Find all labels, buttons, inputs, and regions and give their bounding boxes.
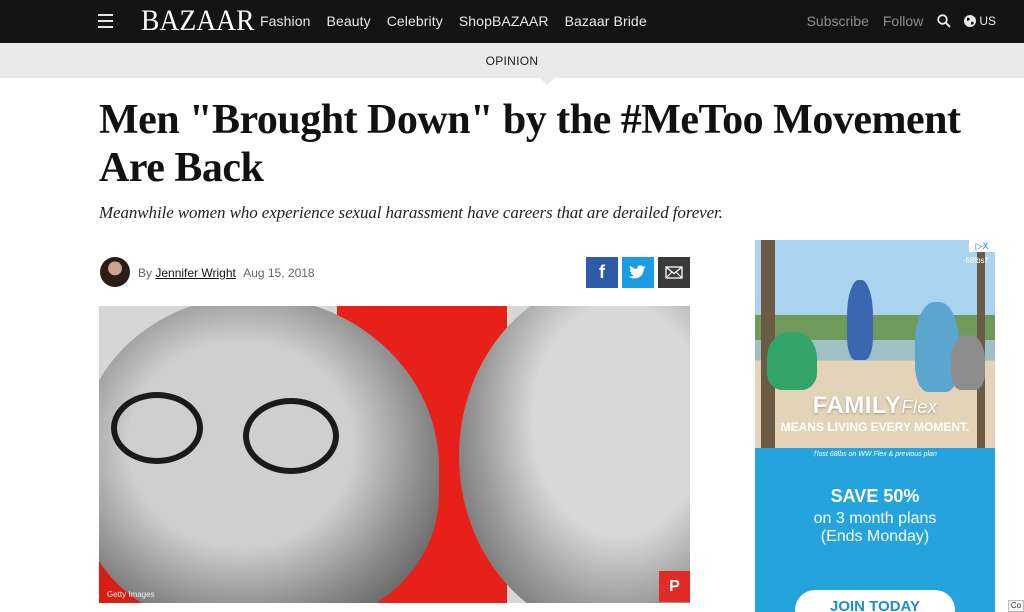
pinterest-save-button[interactable]: P	[659, 571, 690, 602]
author-link[interactable]: Jennifer Wright	[155, 266, 235, 280]
ad-photo-child-right	[951, 335, 985, 390]
ad-ends-text: (Ends Monday)	[820, 528, 930, 545]
publish-date: Aug 15, 2018	[243, 266, 315, 280]
ad-brand: FAMILYFlex	[755, 392, 995, 420]
facebook-icon: f	[599, 262, 605, 282]
section-notch	[540, 78, 554, 85]
ad-photo-child-standing	[847, 280, 873, 360]
author-avatar[interactable]	[100, 257, 130, 287]
sidebar-advertisement[interactable]: ▷X -68lbs† FAMILYFlex MEANS LIVING EVERY…	[755, 240, 995, 612]
image-credit: Getty Images	[107, 590, 155, 599]
ad-tagline: MEANS LIVING EVERY MOMENT.	[780, 420, 970, 434]
follow-link[interactable]: Follow	[883, 13, 923, 29]
ad-fine-print: †lost 68lbs on WW Flex & previous plan	[813, 451, 937, 458]
article-dek: Meanwhile women who experience sexual ha…	[99, 203, 723, 222]
ad-plans-text: on 3 month plans	[813, 510, 937, 527]
ad-join-button[interactable]: JOIN TODAY	[795, 590, 955, 612]
hero-image[interactable]: Getty Images	[99, 306, 690, 603]
main-nav-links: Fashion Beauty Celebrity ShopBAZAAR Baza…	[260, 13, 663, 29]
globe-icon[interactable]	[963, 14, 977, 28]
nav-link-fashion[interactable]: Fashion	[260, 13, 311, 29]
ad-save-offer: SAVE 50%	[830, 486, 920, 506]
ad-weight-lost: -68lbs†	[962, 256, 989, 265]
twitter-icon	[629, 265, 646, 279]
ad-photo-child-sitting	[767, 332, 817, 390]
hamburger-menu-icon[interactable]	[98, 14, 113, 28]
email-share-button[interactable]	[658, 257, 690, 288]
byline: By Jennifer Wright Aug 15, 2018	[138, 266, 315, 280]
hero-glasses-left-lens	[111, 392, 203, 464]
facebook-share-button[interactable]: f	[586, 257, 618, 288]
bazaar-logo[interactable]: BAZAAR	[141, 4, 254, 38]
nav-link-bazaar-bride[interactable]: Bazaar Bride	[565, 13, 647, 29]
subscribe-link[interactable]: Subscribe	[807, 13, 869, 29]
pinterest-icon: P	[669, 577, 680, 595]
ad-choices-icon[interactable]: ▷X	[969, 240, 995, 252]
nav-link-beauty[interactable]: Beauty	[327, 13, 371, 29]
ad-brand-script: Flex	[901, 397, 938, 417]
twitter-share-button[interactable]	[622, 257, 654, 288]
hero-portrait-right	[459, 306, 690, 603]
nav-utility: Subscribe Follow US	[793, 13, 996, 29]
article-headline: Men "Brought Down" by the #MeToo Movemen…	[99, 97, 961, 191]
nav-link-shopbazaar[interactable]: ShopBAZAAR	[459, 13, 549, 29]
search-icon[interactable]	[937, 14, 952, 28]
byline-prefix: By	[138, 266, 153, 280]
top-navigation-bar: BAZAAR Fashion Beauty Celebrity ShopBAZA…	[0, 0, 1024, 43]
section-label[interactable]: OPINION	[0, 54, 1024, 68]
section-bar: OPINION	[0, 43, 1024, 78]
nav-link-celebrity[interactable]: Celebrity	[387, 13, 443, 29]
edge-tab[interactable]: Co	[1008, 600, 1024, 612]
hero-glasses-right-lens	[243, 398, 339, 474]
region-selector[interactable]: US	[979, 14, 996, 28]
email-icon	[665, 266, 683, 279]
ad-brand-main: FAMILY	[812, 392, 902, 419]
